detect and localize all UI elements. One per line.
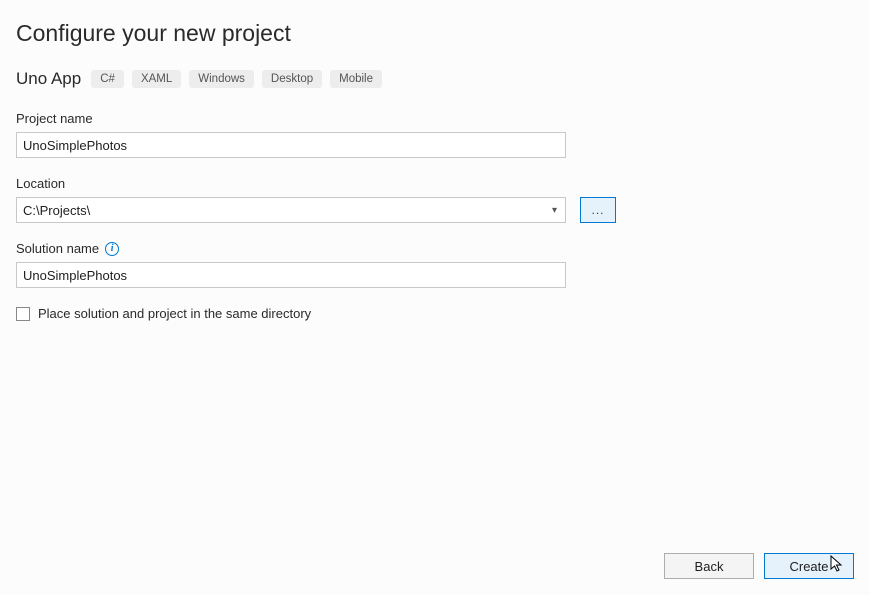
project-name-input[interactable] [16,132,566,158]
solution-name-label: Solution name [16,241,99,256]
tag: C# [91,70,124,88]
location-value: C:\Projects\ [23,203,550,218]
subtitle-row: Uno App C# XAML Windows Desktop Mobile [16,69,854,89]
project-name-label: Project name [16,111,854,126]
chevron-down-icon[interactable]: ▾ [550,205,559,216]
location-combo[interactable]: C:\Projects\ ▾ [16,197,566,223]
info-icon[interactable]: i [105,242,119,256]
tag: XAML [132,70,181,88]
create-button[interactable]: Create [764,553,854,579]
project-name-group: Project name [16,111,854,158]
tag: Windows [189,70,254,88]
tag: Mobile [330,70,382,88]
location-label: Location [16,176,854,191]
solution-name-group: Solution name i [16,241,854,288]
back-button[interactable]: Back [664,553,754,579]
same-directory-checkbox[interactable] [16,307,30,321]
tag: Desktop [262,70,322,88]
browse-button[interactable]: ... [580,197,616,223]
same-directory-label[interactable]: Place solution and project in the same d… [38,306,311,321]
page-title: Configure your new project [16,20,854,47]
footer: Back Create [664,553,854,579]
location-group: Location C:\Projects\ ▾ ... [16,176,854,223]
same-directory-row: Place solution and project in the same d… [16,306,854,321]
tag-list: C# XAML Windows Desktop Mobile [91,70,382,88]
project-type-subtitle: Uno App [16,69,81,89]
solution-name-input[interactable] [16,262,566,288]
